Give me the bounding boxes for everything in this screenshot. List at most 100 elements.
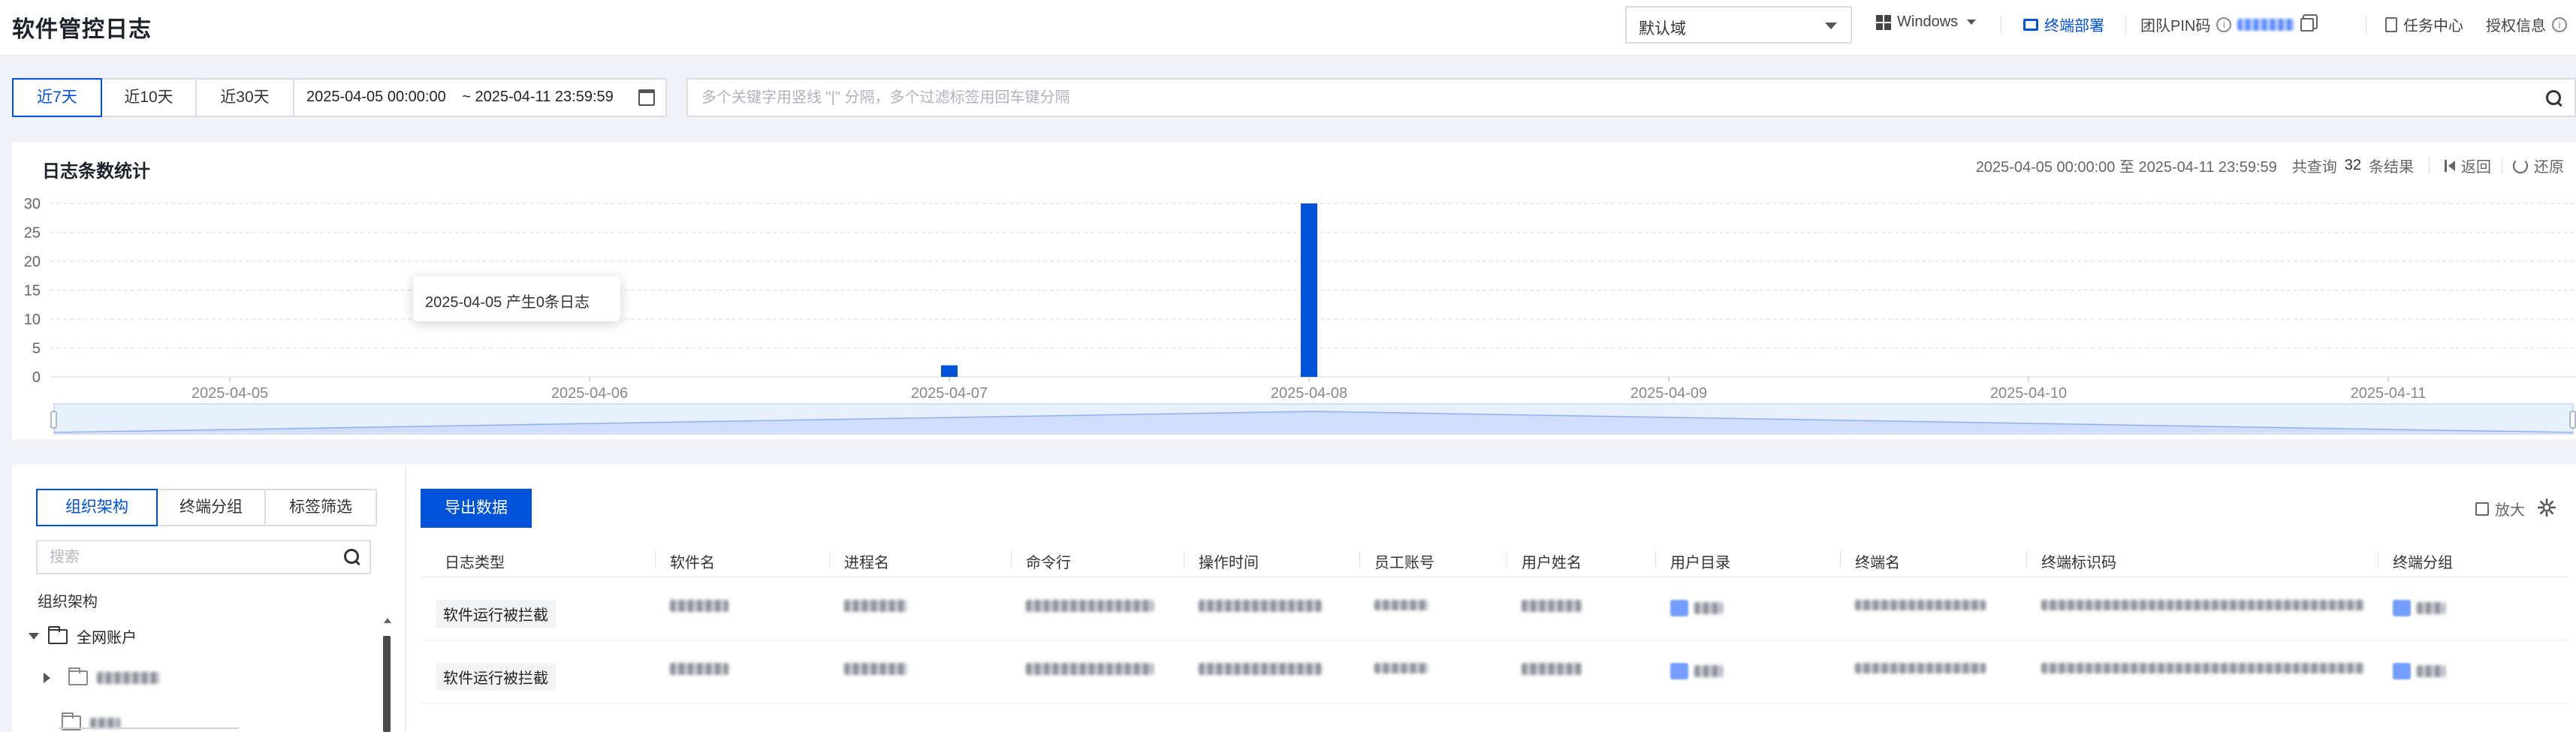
copy-icon[interactable] (2300, 17, 2315, 32)
caret-right-icon[interactable] (44, 673, 50, 683)
col-divider (1655, 550, 1656, 568)
table-row[interactable]: 软件运行被拦截 (421, 640, 2568, 703)
task-center-label: 任务中心 (2403, 18, 2463, 35)
x-tick-label: 2025-04-05 (192, 385, 268, 402)
info-icon[interactable]: i (2216, 17, 2232, 32)
col-software-name[interactable]: 软件名 (670, 550, 715, 572)
folder-icon (2393, 600, 2411, 616)
x-tick-label: 2025-04-11 (2351, 385, 2427, 402)
gear-icon[interactable] (2537, 498, 2556, 517)
cell-terminal-group (2417, 602, 2445, 614)
caret-down-icon[interactable] (29, 633, 39, 640)
back-label: 返回 (2461, 159, 2491, 176)
info-icon: i (2552, 17, 2567, 32)
os-select[interactable]: Windows (1876, 14, 1977, 31)
restore-button[interactable]: 还原 (2513, 155, 2564, 176)
app-header: 软件管控日志 默认域 Windows 终端部署 团队PIN码 i 任务中心 授权… (0, 0, 2576, 56)
col-operation-time[interactable]: 操作时间 (1199, 550, 1259, 572)
cell-terminal-id (2041, 663, 2364, 673)
tree-hscroll[interactable] (59, 727, 239, 729)
tree-node-label: 全网账户 (77, 630, 137, 646)
tree-node-root[interactable]: 全网账户 (29, 625, 137, 647)
result-suffix: 条结果 (2369, 159, 2414, 176)
cell-process-name (844, 663, 907, 675)
cell-user-directory (1694, 602, 1723, 614)
cell-user-directory (1694, 665, 1723, 677)
team-pin: 团队PIN码 i (2140, 14, 2315, 35)
date-end: ~ 2025-04-11 23:59:59 (462, 89, 614, 105)
page-title: 软件管控日志 (12, 17, 152, 42)
zoom-slider-handle-right[interactable] (2569, 411, 2576, 429)
tree-node-label (97, 672, 160, 684)
cell-operation-time (1199, 663, 1322, 675)
x-tick-label: 2025-04-10 (1990, 385, 2067, 402)
log-list-panel: 组织架构 终端分组 标签筛选 组织架构 全网账户 导出数据 放大 日志类型 (12, 465, 2576, 732)
col-terminal-group[interactable]: 终端分组 (2393, 550, 2453, 572)
range-30-days-button[interactable]: 近30天 (195, 78, 294, 117)
col-divider (1359, 550, 1360, 568)
log-count-chart-panel: 0 5 10 15 20 25 30 2025-04-05 2025-04-06 2025-04-… (12, 143, 2576, 439)
col-user-directory[interactable]: 用户目录 (1670, 550, 1730, 572)
tab-terminal-group[interactable]: 终端分组 (156, 489, 266, 526)
table-row[interactable]: 软件运行被拦截 (421, 577, 2568, 640)
table-header: 日志类型 软件名 进程名 命令行 操作时间 员工账号 用户姓名 用户目录 终端名… (421, 540, 2568, 577)
cell-log-type: 软件运行被拦截 (436, 600, 556, 628)
tree-search-input[interactable] (38, 541, 370, 573)
date-range-picker[interactable]: 2025-04-05 00:00:00 ~ 2025-04-11 23:59:5… (293, 78, 667, 117)
zoom-button[interactable]: 放大 (2475, 498, 2525, 520)
back-button[interactable]: 返回 (2445, 155, 2491, 176)
col-divider (655, 550, 656, 568)
chart-meta: 2025-04-05 00:00:00 至 2025-04-11 23:59:5… (1976, 155, 2564, 176)
license-info-label: 授权信息 (2486, 18, 2546, 35)
chevron-down-icon (1825, 23, 1837, 29)
cell-command-line (1026, 663, 1154, 675)
search-icon[interactable] (344, 549, 360, 565)
chart-title: 日志条数统计 (42, 161, 150, 182)
tree-scrollbar[interactable] (383, 618, 392, 732)
scrollbar-thumb[interactable] (383, 636, 391, 732)
keyword-search[interactable] (686, 78, 2576, 117)
tab-tag-filter[interactable]: 标签筛选 (264, 489, 377, 526)
search-icon[interactable] (2546, 90, 2562, 107)
y-tick-label: 25 (24, 225, 41, 242)
col-command-line[interactable]: 命令行 (1026, 550, 1071, 572)
range-7-days-button[interactable]: 近7天 (12, 78, 102, 117)
col-employee-account[interactable]: 员工账号 (1374, 550, 1434, 572)
col-terminal-name[interactable]: 终端名 (1855, 550, 1900, 572)
restore-label: 还原 (2534, 159, 2564, 176)
y-tick-label: 30 (24, 196, 41, 212)
chart-bar (941, 365, 958, 377)
tree-search[interactable] (36, 540, 371, 574)
col-process-name[interactable]: 进程名 (844, 550, 889, 572)
export-data-button[interactable]: 导出数据 (421, 489, 532, 528)
cell-process-name (844, 600, 907, 612)
cell-user-name (1522, 600, 1582, 612)
task-center-link[interactable]: 任务中心 (2385, 14, 2463, 35)
folder-icon (68, 667, 88, 685)
cell-terminal-id (2041, 600, 2364, 610)
chevron-down-icon (1967, 20, 1977, 25)
deploy-link[interactable]: 终端部署 (2023, 14, 2104, 35)
range-10-days-button[interactable]: 近10天 (101, 78, 197, 117)
calendar-icon (638, 89, 655, 106)
windows-icon (1876, 14, 1891, 30)
zoom-slider-handle-left[interactable] (50, 411, 57, 429)
user-icon (1670, 663, 1688, 679)
result-prefix: 共查询 (2291, 159, 2337, 176)
col-divider (1011, 550, 1012, 568)
license-info-link[interactable]: 授权信息 i (2486, 14, 2567, 35)
tree-node[interactable] (44, 667, 160, 685)
y-tick-label: 0 (32, 369, 41, 386)
log-type-tag: 软件运行被拦截 (436, 600, 556, 628)
domain-select[interactable]: 默认域 (1625, 6, 1852, 44)
scroll-up-icon[interactable] (384, 618, 391, 623)
col-user-name[interactable]: 用户姓名 (1522, 550, 1582, 572)
tab-org-structure[interactable]: 组织架构 (36, 489, 158, 526)
cell-employee-account (1374, 663, 1428, 673)
folder-icon (48, 625, 68, 644)
col-log-type[interactable]: 日志类型 (445, 550, 505, 572)
x-tick-label: 2025-04-09 (1630, 385, 1707, 402)
keyword-search-input[interactable] (688, 80, 2574, 116)
col-terminal-id[interactable]: 终端标识码 (2041, 550, 2116, 572)
y-tick-label: 10 (24, 312, 41, 328)
